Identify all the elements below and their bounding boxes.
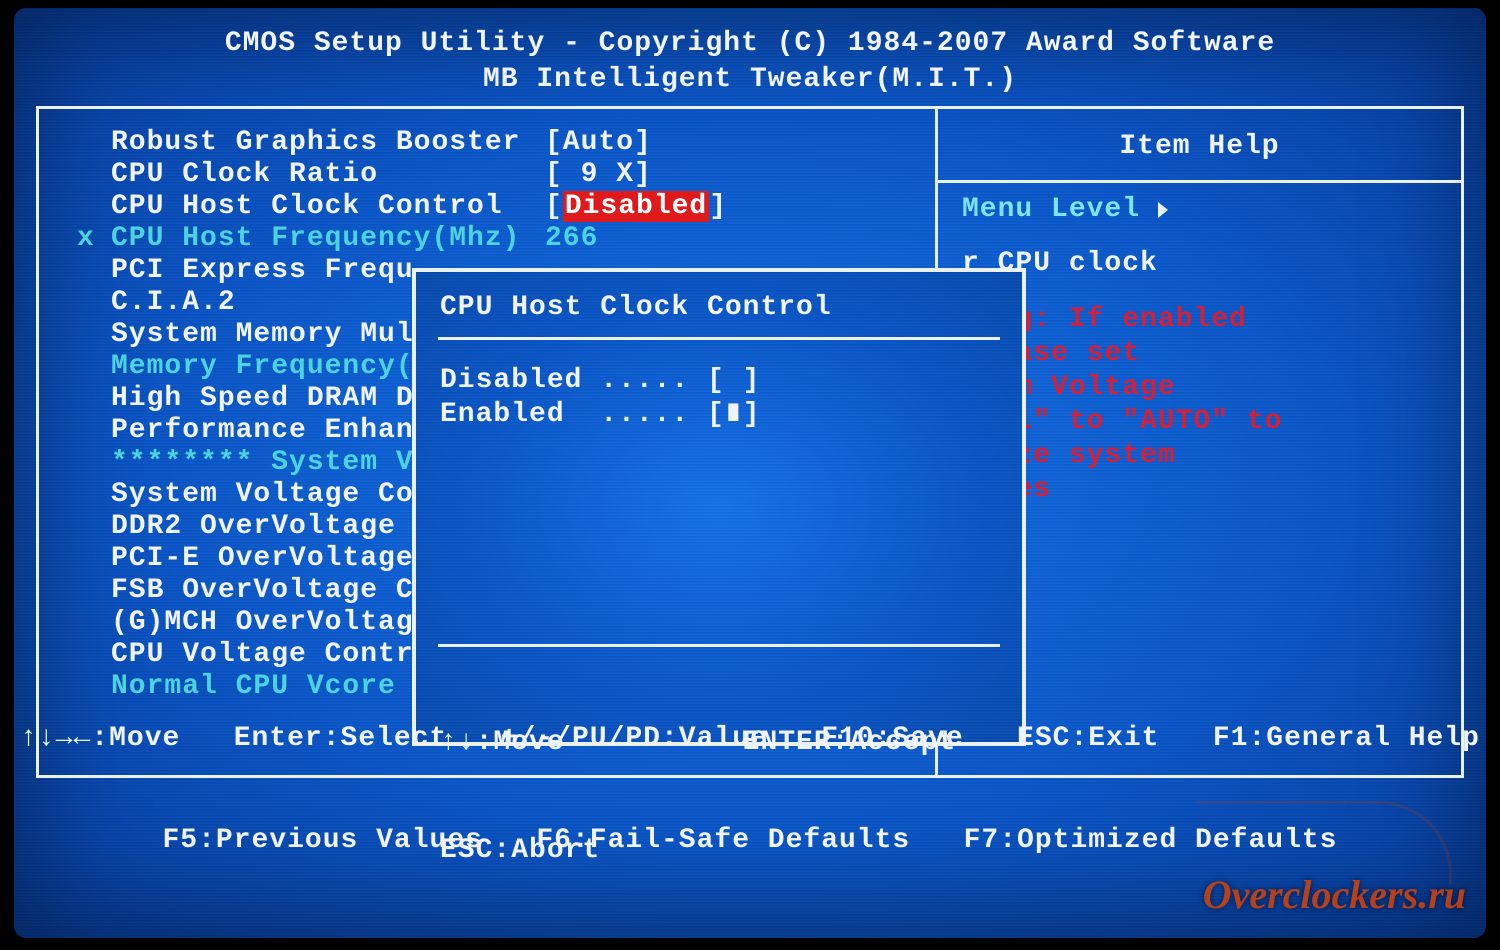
chevron-right-icon bbox=[1158, 202, 1168, 218]
popup-options: Disabled ..... [ ]Enabled ..... [∎] bbox=[440, 340, 998, 644]
setting-label: CPU Clock Ratio bbox=[111, 159, 545, 191]
menu-level: Menu Level bbox=[962, 193, 1441, 227]
setting-row[interactable]: x CPU Host Frequency(Mhz)266 bbox=[39, 223, 935, 255]
disabled-marker: x bbox=[77, 223, 95, 255]
setting-value: [ 9 X] bbox=[545, 159, 652, 191]
setting-row[interactable]: CPU Host Clock Control[Disabled] bbox=[39, 191, 935, 223]
help-warning-line: imize system bbox=[962, 439, 1441, 473]
footer: ↑↓→←:Move Enter:Select +/-/PU/PD:Value F… bbox=[14, 654, 1486, 926]
help-title: Item Help bbox=[938, 109, 1461, 180]
help-warning: ning: If enabled please setstem Voltaget… bbox=[962, 303, 1441, 507]
setting-row[interactable]: Robust Graphics Booster[Auto] bbox=[39, 127, 935, 159]
popup-option-selected[interactable]: Enabled ..... [∎] bbox=[440, 398, 998, 432]
header-line2: MB Intelligent Tweaker(M.I.T.) bbox=[14, 62, 1486, 98]
header-line1: CMOS Setup Utility - Copyright (C) 1984-… bbox=[14, 26, 1486, 62]
popup-title: CPU Host Clock Control bbox=[440, 292, 998, 323]
setting-label: Robust Graphics Booster bbox=[111, 127, 545, 159]
setting-value: 266 bbox=[545, 223, 598, 255]
setting-row[interactable]: CPU Clock Ratio[ 9 X] bbox=[39, 159, 935, 191]
setting-value: [Disabled] bbox=[545, 191, 727, 223]
footer-line2: F5:Previous Values F6:Fail-Safe Defaults… bbox=[14, 824, 1486, 858]
menu-level-label: Menu Level bbox=[962, 193, 1140, 227]
setting-value: [Auto] bbox=[545, 127, 652, 159]
bios-screen: CMOS Setup Utility - Copyright (C) 1984-… bbox=[14, 8, 1486, 938]
highlighted-value: Disabled bbox=[563, 191, 709, 222]
header: CMOS Setup Utility - Copyright (C) 1984-… bbox=[14, 8, 1486, 98]
setting-label: CPU Host Frequency(Mhz) bbox=[111, 223, 545, 255]
help-warning-line: trol" to "AUTO" to bbox=[962, 405, 1441, 439]
help-text-1: r CPU clock bbox=[962, 247, 1441, 281]
setting-label: CPU Host Clock Control bbox=[111, 191, 545, 223]
footer-line1: ↑↓→←:Move Enter:Select +/-/PU/PD:Value F… bbox=[14, 722, 1486, 756]
popup-option[interactable]: Disabled ..... [ ] bbox=[440, 364, 998, 398]
help-warning-line: stem Voltage bbox=[962, 371, 1441, 405]
help-warning-line: tages bbox=[962, 473, 1441, 507]
help-warning-line: please set bbox=[962, 337, 1441, 371]
help-warning-line: ning: If enabled bbox=[962, 303, 1441, 337]
